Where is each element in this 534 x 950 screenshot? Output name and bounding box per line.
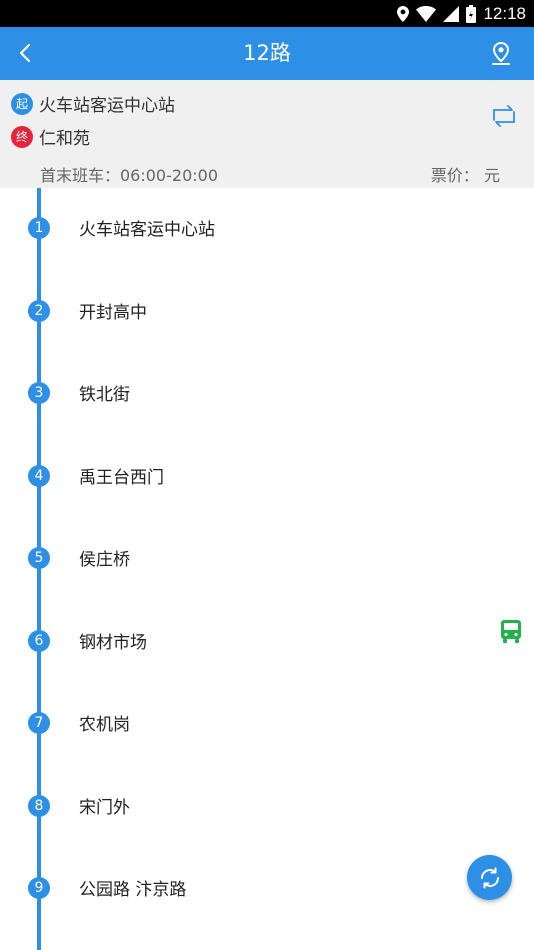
stop-number: 8: [28, 795, 50, 817]
stop-name: 禹王台西门: [79, 468, 164, 488]
signal-icon: [443, 5, 460, 22]
start-station-name: 火车站客运中心站: [39, 96, 175, 116]
stop-name: 铁北街: [79, 385, 130, 405]
status-time: 12:18: [483, 3, 526, 23]
app-bar: 12路: [0, 27, 534, 80]
stop-number: 1: [28, 217, 50, 239]
stop-item[interactable]: 8 宋门外: [0, 777, 534, 859]
swap-icon: [493, 105, 515, 127]
page-title: 12路: [243, 41, 291, 65]
refresh-button[interactable]: [467, 855, 512, 900]
schedule-text: 首末班车：06:00-20:00: [40, 166, 218, 185]
stop-name: 侯庄桥: [79, 550, 130, 570]
location-icon: [397, 5, 410, 22]
stop-number: 2: [28, 300, 50, 322]
stop-item[interactable]: 6 钢材市场: [0, 612, 534, 694]
fare-text: 票价： 元: [430, 166, 500, 185]
stop-item[interactable]: 4 禹王台西门: [0, 447, 534, 529]
stop-item[interactable]: 7 农机岗: [0, 694, 534, 776]
stop-name: 宋门外: [79, 798, 130, 818]
stop-name: 农机岗: [79, 715, 130, 735]
stop-item[interactable]: 1 火车站客运中心站: [0, 199, 534, 281]
stop-name: 公园路 汴京路: [79, 880, 187, 900]
stop-number: 9: [28, 877, 50, 899]
stop-number: 6: [28, 630, 50, 652]
end-badge: 终: [11, 125, 33, 148]
status-bar: 12:18: [0, 0, 534, 27]
stop-item[interactable]: 2 开封高中: [0, 282, 534, 364]
stop-item[interactable]: 5 侯庄桥: [0, 529, 534, 611]
start-badge: 起: [11, 92, 33, 115]
end-station-name: 仁和苑: [39, 129, 90, 149]
route-info-panel: 起 火车站客运中心站 终 仁和苑 首末班车：06:00-20:00 票价： 元: [0, 80, 534, 188]
start-station-row: 起 火车站客运中心站: [11, 91, 175, 116]
stop-name: 开封高中: [79, 303, 147, 323]
status-icons: 12:18: [397, 0, 526, 27]
stop-number: 5: [28, 547, 50, 569]
battery-icon: [466, 4, 477, 23]
stop-item[interactable]: 3 铁北街: [0, 364, 534, 446]
refresh-icon: [480, 867, 499, 888]
stop-name: 火车站客运中心站: [79, 220, 215, 240]
bus-icon: [501, 620, 521, 643]
stop-name: 钢材市场: [79, 633, 147, 653]
end-station-row: 终 仁和苑: [11, 124, 90, 149]
swap-direction-button[interactable]: [490, 102, 518, 130]
map-pin-icon: [492, 41, 510, 65]
stop-number: 7: [28, 712, 50, 734]
stop-list: 1 火车站客运中心站 2 开封高中 3 铁北街 4 禹王台西门 5 侯庄桥 6 …: [0, 188, 534, 950]
stop-item[interactable]: 9 公园路 汴京路: [0, 859, 534, 941]
stop-number: 3: [28, 382, 50, 404]
wifi-icon: [416, 5, 437, 22]
map-button[interactable]: [484, 37, 518, 71]
stop-number: 4: [28, 465, 50, 487]
